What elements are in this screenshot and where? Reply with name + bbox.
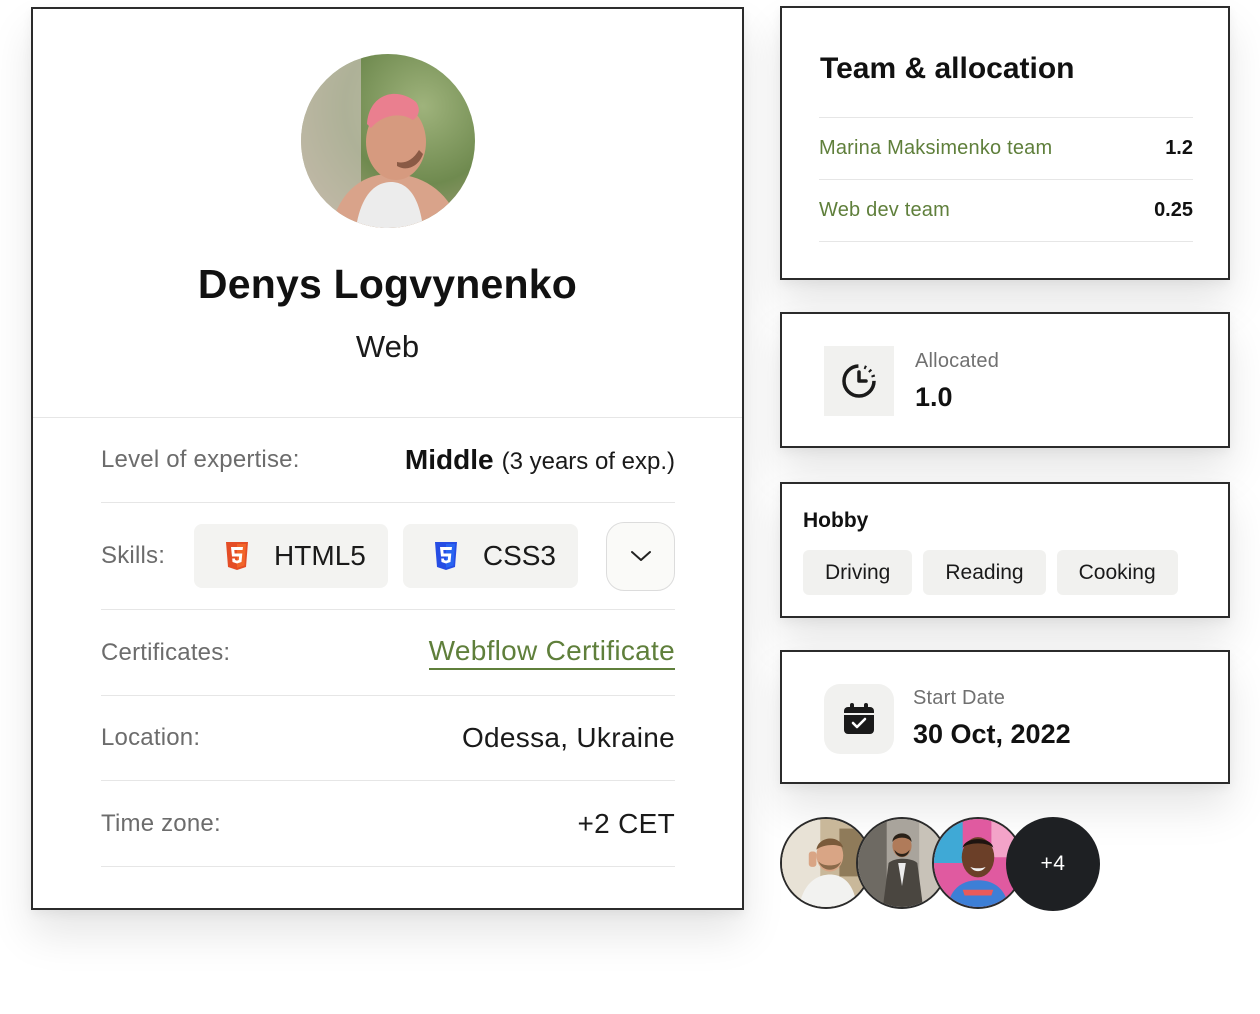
team-name[interactable]: Web dev team	[819, 199, 950, 222]
allocated-value: 1.0	[915, 382, 953, 412]
timezone-value: +2 CET	[577, 807, 675, 839]
more-members-badge[interactable]: +4	[1006, 817, 1100, 911]
hobby-tag[interactable]: Cooking	[1056, 550, 1178, 595]
divider	[819, 241, 1193, 242]
certificates-row: Certificates: Webflow Certificate	[101, 610, 675, 696]
start-date-card: Start Date 30 Oct, 2022	[780, 650, 1230, 784]
hobby-tags: Driving Reading Cooking	[803, 550, 1178, 595]
expertise-level: Middle	[404, 444, 494, 475]
team-allocation-value: 0.25	[1154, 199, 1193, 221]
profile-avatar[interactable]	[301, 54, 475, 228]
start-date-value: 30 Oct, 2022	[913, 719, 1071, 749]
skills-list: HTML5 CSS3	[194, 521, 675, 591]
hobby-tag[interactable]: Reading	[923, 550, 1046, 595]
expertise-row: Level of expertise: Middle (3 years of ex…	[101, 418, 675, 503]
team-row[interactable]: Web dev team 0.25	[819, 179, 1193, 241]
location-value: Odessa, Ukraine	[461, 722, 675, 753]
team-allocation-card: Team & allocation Marina Maksimenko team…	[780, 6, 1230, 280]
allocated-icon-box	[824, 346, 894, 416]
skills-label: Skills:	[101, 542, 166, 569]
expertise-years: (3 years of exp.)	[501, 448, 675, 475]
team-row[interactable]: Marina Maksimenko team 1.2	[819, 117, 1193, 179]
start-date-label: Start Date	[913, 687, 1006, 709]
allocated-label: Allocated	[915, 350, 1000, 372]
skill-chip-html5[interactable]: HTML5	[194, 524, 388, 588]
person-photo-icon	[301, 54, 475, 228]
certificates-label: Certificates:	[101, 638, 231, 666]
start-date-icon-box	[824, 684, 894, 754]
team-allocation-value: 1.2	[1165, 137, 1193, 159]
skill-label: HTML5	[274, 540, 366, 571]
css3-icon	[434, 542, 457, 570]
profile-name: Denys Logvynenko	[197, 261, 578, 307]
skill-chip-css3[interactable]: CSS3	[402, 524, 578, 588]
profile-role: Web	[355, 329, 420, 364]
allocated-card: Allocated 1.0	[780, 312, 1230, 448]
html5-icon	[226, 542, 249, 570]
expertise-value: Middle (3 years of exp.)	[405, 444, 675, 476]
profile-header: Denys Logvynenko Web	[33, 9, 742, 418]
location-row: Location: Odessa, Ukraine	[101, 696, 675, 781]
timer-icon	[842, 364, 876, 398]
hobby-tag[interactable]: Driving	[803, 550, 913, 595]
skills-row: Skills: HTML5 CSS3	[101, 503, 675, 610]
team-title: Team & allocation	[820, 52, 1075, 85]
calendar-check-icon	[844, 703, 874, 734]
expertise-label: Level of expertise:	[101, 446, 300, 473]
hobby-card: Hobby Driving Reading Cooking	[780, 482, 1230, 618]
team-name[interactable]: Marina Maksimenko team	[819, 137, 1052, 160]
skills-expand-button[interactable]	[606, 521, 675, 591]
hobby-title: Hobby	[803, 509, 869, 532]
timezone-row: Time zone: +2 CET	[101, 781, 675, 867]
timezone-label: Time zone:	[101, 809, 221, 837]
location-label: Location:	[101, 724, 201, 751]
profile-card: Denys Logvynenko Web Level of expertise:…	[31, 7, 744, 910]
certificate-link[interactable]: Webflow Certificate	[428, 635, 675, 670]
chevron-down-icon	[630, 551, 651, 561]
skill-label: CSS3	[482, 540, 556, 571]
